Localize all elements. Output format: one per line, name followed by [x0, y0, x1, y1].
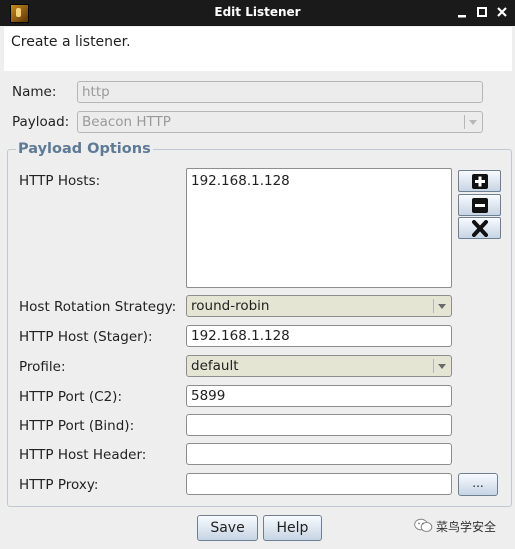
- proxy-field[interactable]: [186, 473, 452, 495]
- port-c2-field[interactable]: 5899: [186, 385, 452, 407]
- list-item[interactable]: 192.168.1.128: [191, 173, 290, 189]
- proxy-label: HTTP Proxy:: [19, 477, 99, 493]
- wechat-icon: [414, 518, 433, 532]
- payload-options-title: Payload Options: [16, 141, 153, 157]
- rotation-label: Host Rotation Strategy:: [19, 299, 177, 315]
- help-button[interactable]: Help: [263, 515, 322, 541]
- payload-select[interactable]: Beacon HTTP: [77, 111, 483, 133]
- host-header-label: HTTP Host Header:: [19, 447, 147, 463]
- stager-host-field[interactable]: 192.168.1.128: [186, 325, 452, 347]
- rotation-value: round-robin: [191, 298, 270, 314]
- title-bar: Edit Listener: [0, 0, 515, 26]
- clear-hosts-button[interactable]: [458, 217, 501, 239]
- payload-value: Beacon HTTP: [82, 114, 171, 130]
- watermark-text: 菜鸟学安全: [436, 520, 497, 534]
- profile-label: Profile:: [19, 359, 66, 375]
- stager-host-label: HTTP Host (Stager):: [19, 329, 153, 345]
- profile-value: default: [191, 358, 239, 374]
- chevron-down-icon: [433, 299, 448, 313]
- chevron-down-icon: [433, 359, 448, 373]
- rotation-select[interactable]: round-robin: [186, 295, 452, 317]
- remove-icon: [472, 198, 488, 213]
- save-button[interactable]: Save: [197, 515, 258, 541]
- maximize-icon[interactable]: [473, 2, 491, 22]
- name-label: Name:: [12, 84, 57, 100]
- add-icon: [472, 174, 488, 189]
- description-text: Create a listener.: [11, 34, 131, 50]
- chevron-down-icon: [464, 115, 479, 129]
- http-hosts-list[interactable]: 192.168.1.128: [186, 168, 452, 288]
- remove-host-button[interactable]: [458, 194, 501, 216]
- add-host-button[interactable]: [458, 170, 501, 192]
- clear-icon: [472, 220, 488, 237]
- proxy-settings-button[interactable]: ...: [458, 473, 498, 496]
- window-title: Edit Listener: [214, 5, 301, 19]
- http-hosts-label: HTTP Hosts:: [19, 173, 101, 189]
- host-header-field[interactable]: [186, 443, 452, 465]
- payload-label: Payload:: [12, 114, 70, 130]
- profile-select[interactable]: default: [186, 355, 452, 377]
- close-icon[interactable]: [493, 2, 511, 22]
- description-panel: Create a listener.: [4, 27, 512, 71]
- port-bind-field[interactable]: [186, 414, 452, 436]
- port-c2-label: HTTP Port (C2):: [19, 389, 122, 405]
- minimize-icon[interactable]: [453, 2, 471, 22]
- port-bind-label: HTTP Port (Bind):: [19, 418, 135, 434]
- name-field[interactable]: http: [77, 81, 483, 103]
